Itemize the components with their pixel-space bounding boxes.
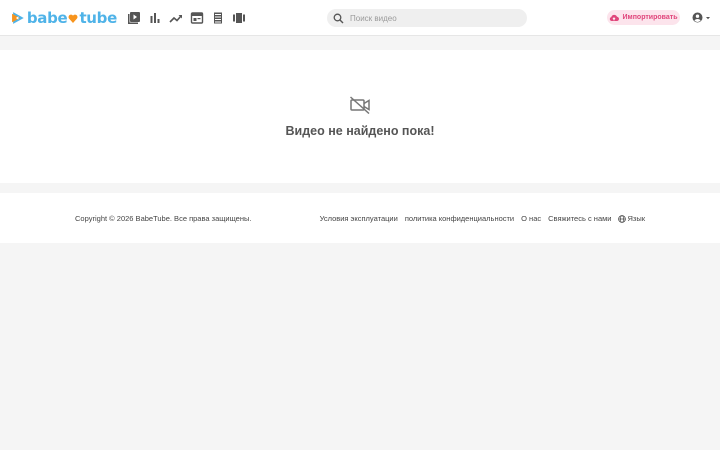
bar-chart-icon[interactable] xyxy=(147,10,163,26)
heart-logo-icon xyxy=(68,14,78,23)
footer-link-about[interactable]: О нас xyxy=(521,214,541,223)
trending-icon[interactable] xyxy=(168,10,184,26)
copyright-text: Copyright © 2026 BabeTube. Все права защ… xyxy=(75,214,252,223)
videocam-off-icon xyxy=(350,96,370,114)
empty-state-message: Видео не найдено пока! xyxy=(285,124,435,138)
logo-text-part2: tube xyxy=(79,9,117,27)
import-button-label: Импортировать xyxy=(622,14,678,21)
footer-links: Условия эксплуатации политика конфиденци… xyxy=(320,214,645,223)
search-icon xyxy=(333,13,344,24)
language-label: Язык xyxy=(627,214,645,223)
cloud-upload-icon xyxy=(609,13,620,23)
top-header: babe tube Импортировать xyxy=(0,0,720,36)
logo-text: babe tube xyxy=(27,9,117,27)
account-circle-icon xyxy=(692,12,703,23)
search-input[interactable] xyxy=(350,13,520,23)
language-selector[interactable]: Язык xyxy=(618,214,645,223)
import-button[interactable]: Импортировать xyxy=(607,10,680,25)
chevron-down-icon xyxy=(705,15,711,21)
video-library-icon[interactable] xyxy=(126,10,142,26)
site-logo[interactable]: babe tube xyxy=(11,4,117,32)
carousel-icon[interactable] xyxy=(231,10,247,26)
logo-text-part1: babe xyxy=(26,9,68,27)
list-icon[interactable] xyxy=(210,10,226,26)
footer-link-privacy[interactable]: политика конфиденциальности xyxy=(405,214,514,223)
footer-link-contact[interactable]: Свяжитесь с нами xyxy=(548,214,611,223)
search-bar[interactable] xyxy=(327,9,527,27)
main-content: Видео не найдено пока! xyxy=(0,50,720,183)
site-footer: Copyright © 2026 BabeTube. Все права защ… xyxy=(0,193,720,243)
globe-icon xyxy=(618,214,627,223)
main-nav xyxy=(126,10,247,26)
play-logo-icon xyxy=(12,12,24,24)
footer-link-terms[interactable]: Условия эксплуатации xyxy=(320,214,398,223)
account-menu[interactable] xyxy=(692,11,712,24)
web-layout-icon[interactable] xyxy=(189,10,205,26)
